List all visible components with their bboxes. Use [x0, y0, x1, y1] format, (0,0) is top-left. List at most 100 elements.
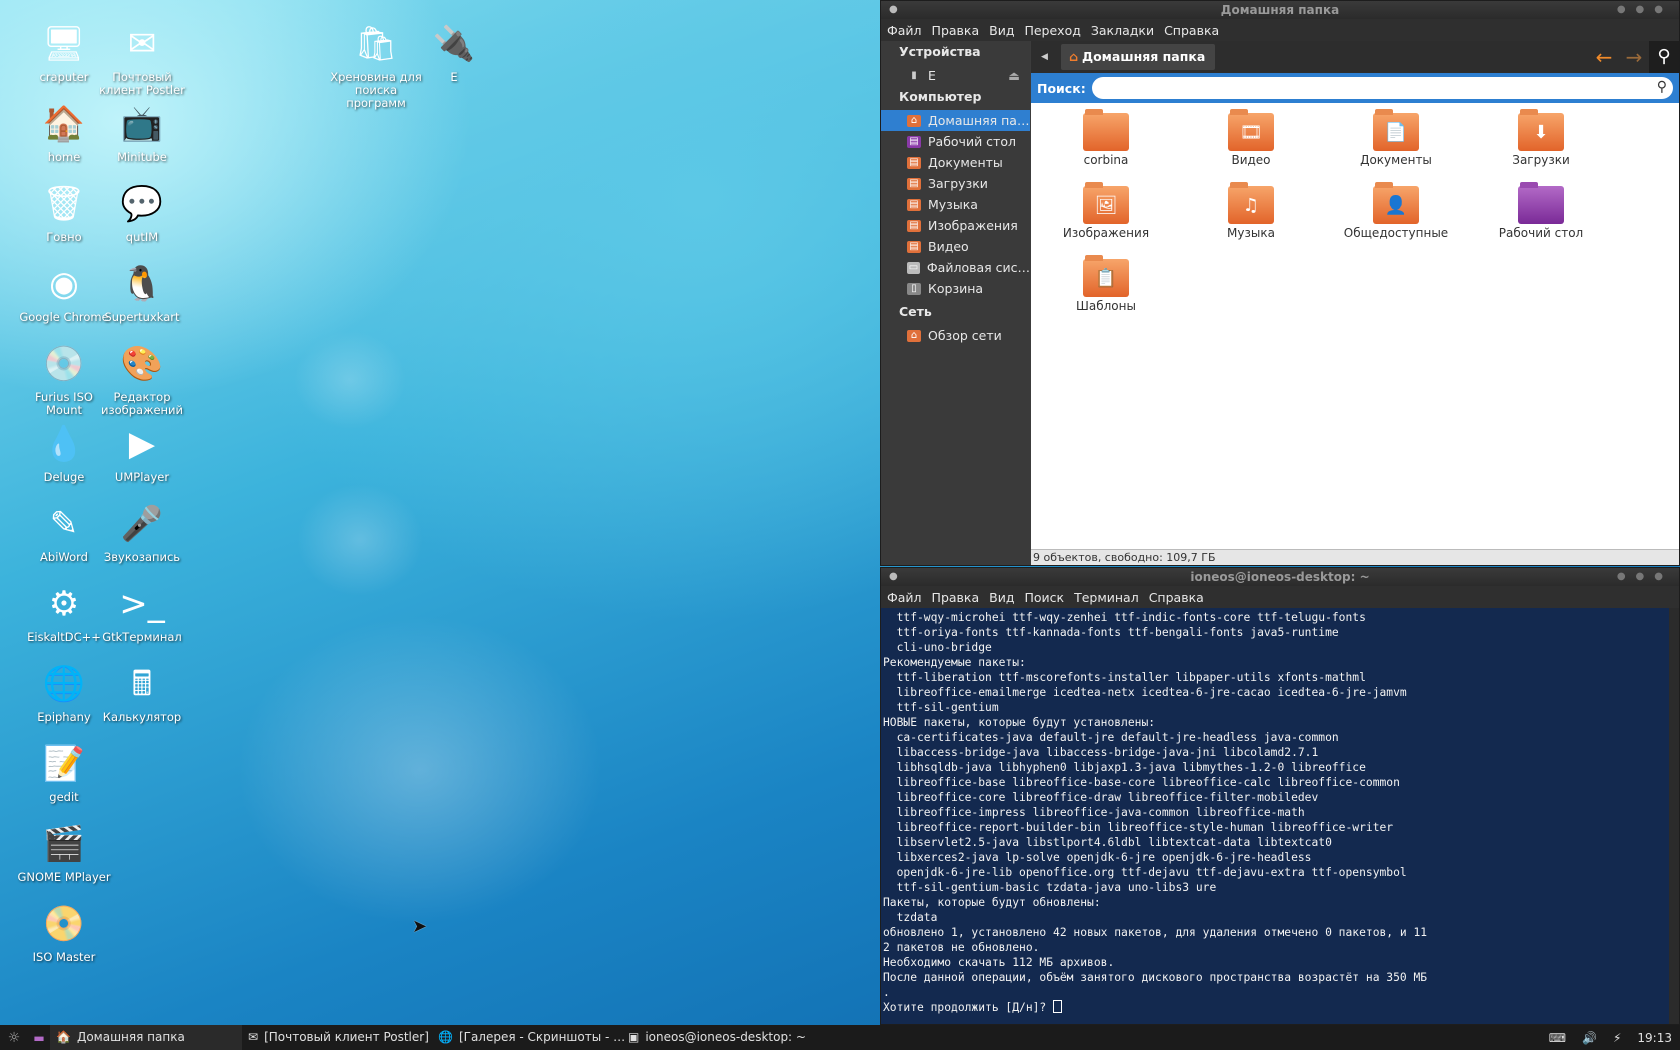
- menu-view[interactable]: Вид: [989, 23, 1014, 38]
- volume-icon[interactable]: 🔊: [1582, 1031, 1597, 1045]
- terminal-line: обновлено 1, установлено 42 новых пакето…: [883, 926, 1428, 939]
- desktop-icon-item[interactable]: 🔌 E: [406, 20, 502, 84]
- clock[interactable]: 19:13: [1637, 1031, 1672, 1045]
- folder-item[interactable]: 🖼 Изображения: [1041, 182, 1171, 240]
- desktop-icon-item[interactable]: 💬 qutIM: [94, 180, 190, 244]
- taskbar-window-button[interactable]: ▣ ioneos@ioneos-desktop: ~: [622, 1025, 812, 1050]
- desktop-icon-label: Редактор изображений: [101, 390, 183, 417]
- terminal-line: Пакеты, которые будут обновлены:: [883, 896, 1101, 909]
- home-icon: ⌂: [1069, 49, 1078, 64]
- menu-edit[interactable]: Правка: [932, 590, 980, 605]
- sidebar-computer-list: ⌂ Домашняя па… ▤ Рабочий стол ▤ Документы ▤ Заг…: [881, 110, 1030, 299]
- desktop-icon-item[interactable]: 🎬 GNOME MPlayer: [16, 820, 112, 884]
- terminal-output[interactable]: ttf-wqy-microhei ttf-wqy-zenhei ttf-indi…: [881, 608, 1679, 1024]
- path-left-arrow-icon[interactable]: ◀: [1041, 52, 1048, 62]
- desktop-icon-label: Почтовый клиент Postler: [99, 70, 185, 97]
- sidebar-item[interactable]: ▭ Файловая сис…: [881, 257, 1030, 278]
- desktop-icon-label: ISO Master: [32, 950, 96, 964]
- desktop-icon-label: Minitube: [117, 150, 167, 164]
- desktop-icon-item[interactable]: ✉ Почтовый клиент Postler: [94, 20, 190, 97]
- menu-terminal[interactable]: Терминал: [1074, 590, 1139, 605]
- terminal-line: cli-uno-bridge: [883, 641, 992, 654]
- sidebar-item[interactable]: ▤ Документы: [881, 152, 1030, 173]
- file-manager-titlebar[interactable]: ● Домашняя папка ●●●: [881, 1, 1679, 19]
- file-manager-window: ● Домашняя папка ●●● Файл Правка Вид Пер…: [880, 0, 1680, 566]
- menu-help[interactable]: Справка: [1164, 23, 1219, 38]
- menu-search[interactable]: Поиск: [1024, 590, 1064, 605]
- terminal-line: libreoffice-impress libreoffice-java-com…: [883, 806, 1305, 819]
- app-icon: 💿: [42, 343, 86, 384]
- sidebar-item-label: E: [928, 68, 936, 83]
- video-icon: ▤: [907, 240, 921, 253]
- breadcrumb-home[interactable]: ⌂ Домашняя папка: [1061, 44, 1216, 70]
- sidebar-item-label: Корзина: [928, 281, 984, 296]
- sidebar-item-network[interactable]: ⌂ Обзор сети: [881, 325, 1030, 346]
- terminal-line: 2 пакетов не обновлено.: [883, 941, 1040, 954]
- start-menu-icon[interactable]: ☼: [0, 1030, 28, 1046]
- desktop-icon-item[interactable]: 📺 Minitube: [94, 100, 190, 164]
- desktop-icon-item[interactable]: 🎨 Редактор изображений: [94, 340, 190, 417]
- terminal-line: Рекомендуемые пакеты:: [883, 656, 1026, 669]
- folder-label: Видео: [1231, 153, 1271, 167]
- desktop-icon-item[interactable]: >_ GtkТерминал: [94, 580, 190, 644]
- terminal-titlebar[interactable]: ● ioneos@ioneos-desktop: ~ ●●●: [881, 568, 1679, 586]
- sidebar-item[interactable]: ▤ Загрузки: [881, 173, 1030, 194]
- search-toggle-icon[interactable]: ⚲: [1649, 41, 1679, 73]
- app-icon: ✉: [127, 23, 157, 64]
- sidebar-item-label: Домашняя па…: [928, 113, 1030, 128]
- search-input[interactable]: ⚲: [1091, 77, 1673, 99]
- window-menu-icon[interactable]: ●: [889, 568, 898, 586]
- window-controls[interactable]: ●●●: [1617, 1, 1673, 19]
- terminal-line: ttf-liberation ttf-mscorefonts-installer…: [883, 671, 1366, 684]
- menu-file[interactable]: Файл: [887, 590, 922, 605]
- folder-label: corbina: [1083, 153, 1129, 167]
- desktop-icon-item[interactable]: 🖩 Калькулятор: [94, 660, 190, 724]
- sidebar-item[interactable]: ▤ Изображения: [881, 215, 1030, 236]
- back-arrow-icon[interactable]: ←: [1589, 45, 1619, 69]
- menu-file[interactable]: Файл: [887, 23, 922, 38]
- menu-go[interactable]: Переход: [1024, 23, 1080, 38]
- folder-item[interactable]: 🎞 Видео: [1186, 109, 1316, 167]
- folder-item[interactable]: ♫ Музыка: [1186, 182, 1316, 240]
- desktop-icon-item[interactable]: 🐧 Supertuxkart: [94, 260, 190, 324]
- folder-item[interactable]: ⬇ Загрузки: [1476, 109, 1606, 167]
- terminal-scrollbar[interactable]: [1669, 608, 1679, 1024]
- desktop-icon-item[interactable]: 📝 gedit: [16, 740, 112, 804]
- folder-item[interactable]: 📄 Документы: [1331, 109, 1461, 167]
- menu-help[interactable]: Справка: [1149, 590, 1204, 605]
- taskbar-window-button[interactable]: 🏠 Домашняя папка: [50, 1025, 242, 1050]
- terminal-line: libreoffice-base libreoffice-base-core l…: [883, 776, 1400, 789]
- folder-label: Загрузки: [1512, 153, 1570, 167]
- search-icon[interactable]: ⚲: [1657, 79, 1667, 95]
- window-controls[interactable]: ●●●: [1617, 568, 1673, 586]
- folder-item[interactable]: 📋 Шаблоны: [1041, 255, 1171, 313]
- menu-bookmarks[interactable]: Закладки: [1091, 23, 1154, 38]
- sidebar-item[interactable]: ▯ Корзина: [881, 278, 1030, 299]
- sidebar-item[interactable]: ▤ Рабочий стол: [881, 131, 1030, 152]
- folder-item[interactable]: 👤 Общедоступные: [1331, 182, 1461, 240]
- window-menu-icon[interactable]: ●: [889, 1, 898, 19]
- sidebar-item-usb-e[interactable]: ▮ E ⏏: [881, 65, 1030, 86]
- desktop-icon-item[interactable]: ▶ UMPlayer: [94, 420, 190, 484]
- forward-arrow-icon[interactable]: →: [1619, 45, 1649, 69]
- folder-item[interactable]: corbina: [1041, 109, 1171, 167]
- menu-edit[interactable]: Правка: [932, 23, 980, 38]
- network-status-icon[interactable]: ⚡: [1613, 1031, 1621, 1045]
- keyboard-layout-icon[interactable]: ⌨: [1549, 1031, 1566, 1045]
- app-icon: 🔌: [432, 23, 476, 64]
- eject-icon[interactable]: ⏏: [1008, 68, 1020, 83]
- show-desktop-icon[interactable]: ▬: [28, 1031, 50, 1045]
- app-icon: 📺: [120, 103, 164, 144]
- terminal-line: ttf-sil-gentium: [883, 701, 999, 714]
- sidebar-item[interactable]: ⌂ Домашняя па…: [881, 110, 1030, 131]
- breadcrumb-label: Домашняя папка: [1081, 49, 1206, 64]
- taskbar-window-button[interactable]: 🌐 [Галерея - Скриншоты - …: [432, 1025, 625, 1050]
- desktop-icon-item[interactable]: 📀 ISO Master: [16, 900, 112, 964]
- desktop-icon-item[interactable]: 🎤 Звукозапись: [94, 500, 190, 564]
- taskbar-window-button[interactable]: ✉ [Почтовый клиент Postler]: [242, 1025, 432, 1050]
- sidebar-item[interactable]: ▤ Музыка: [881, 194, 1030, 215]
- folder-item[interactable]: Рабочий стол: [1476, 182, 1606, 240]
- sidebar-item[interactable]: ▤ Видео: [881, 236, 1030, 257]
- menu-view[interactable]: Вид: [989, 590, 1014, 605]
- app-icon: 📝: [42, 743, 86, 784]
